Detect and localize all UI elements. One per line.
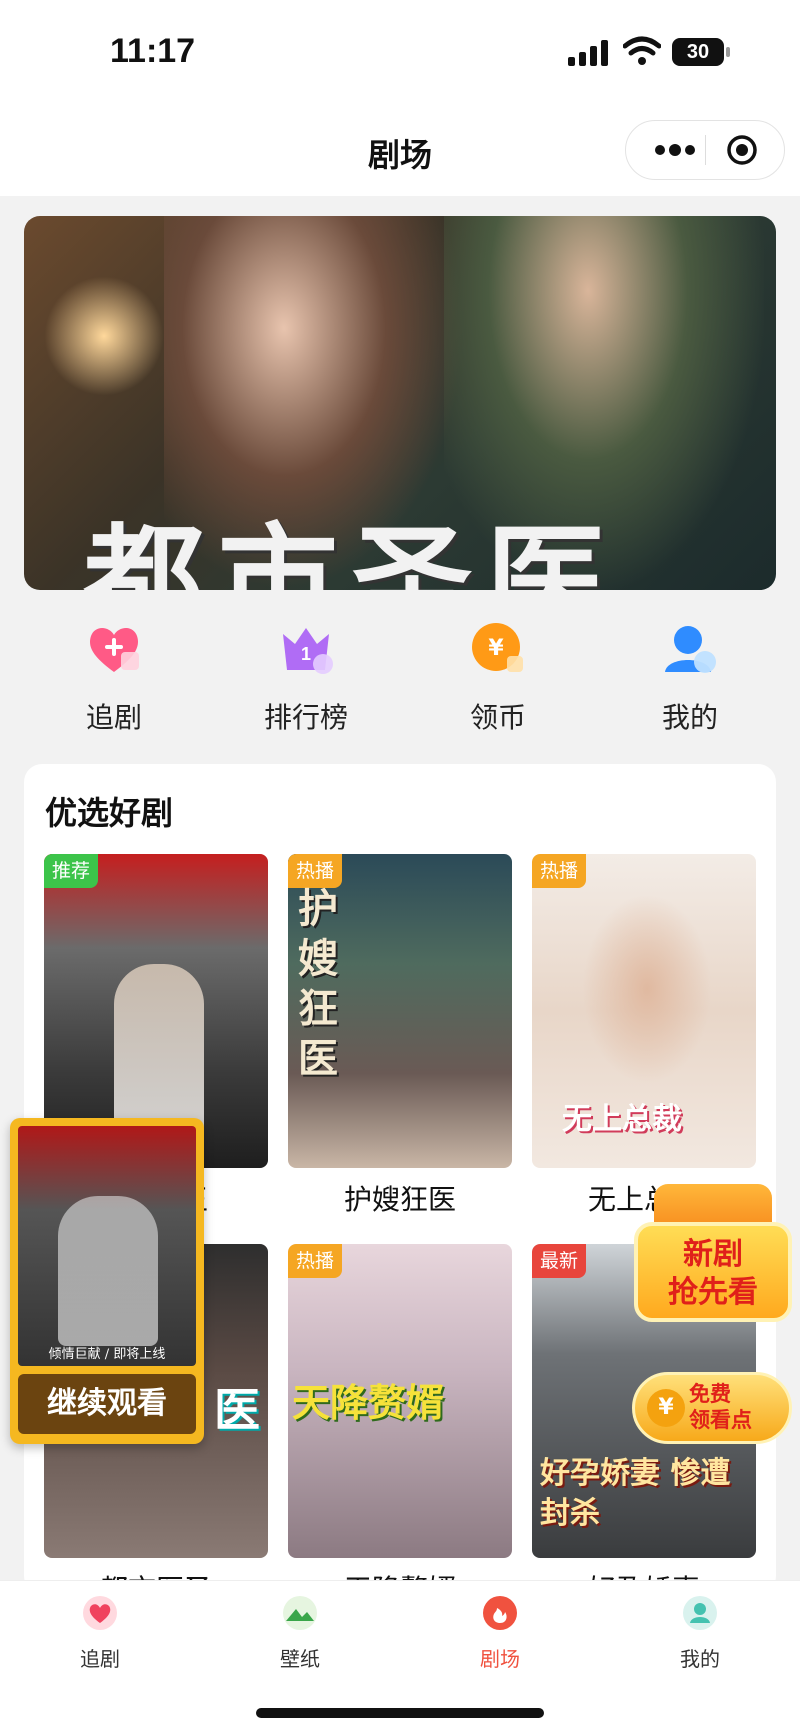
drama-tag: 最新	[532, 1244, 587, 1278]
drama-poster: 热播 天降赘婿	[288, 1244, 512, 1558]
banner-light	[44, 276, 164, 396]
drama-card[interactable]: 热播 天降赘婿 天降赘婿	[288, 1244, 512, 1608]
drama-tag: 推荐	[44, 854, 99, 888]
free-coins-line1: 免费	[689, 1382, 731, 1406]
drama-poster: 热播 护嫂狂医	[288, 854, 512, 1168]
drama-card[interactable]: 热播 护嫂狂医 护嫂狂医	[288, 854, 512, 1218]
poster-title: 无上总裁	[562, 1102, 682, 1137]
status-bar: 11:17 30	[0, 0, 800, 100]
wifi-icon	[623, 36, 661, 65]
poster-figure	[582, 894, 712, 1084]
heart-icon	[83, 1596, 117, 1630]
tab-label: 壁纸	[280, 1647, 320, 1671]
tab-label: 剧场	[480, 1647, 520, 1671]
poster-title: 天降赘婿	[292, 1380, 445, 1425]
shortcut-mine[interactable]: 我的	[630, 620, 750, 736]
continue-watching-poster: 倾情巨献 / 即将上线	[18, 1126, 196, 1366]
flame-icon	[483, 1596, 517, 1630]
hero-banner[interactable]: 都市圣医	[24, 216, 776, 590]
shortcut-label: 领币	[469, 701, 526, 734]
coin-icon: ¥	[472, 623, 523, 672]
continue-watching-card[interactable]: 倾情巨献 / 即将上线 继续观看	[10, 1118, 204, 1444]
tab-label: 追剧	[80, 1647, 120, 1671]
drama-poster: 热播 无上总裁	[532, 854, 756, 1168]
banner-title: 都市圣医	[84, 511, 620, 590]
tab-wallpaper[interactable]: 壁纸	[240, 1595, 360, 1672]
poster-title: 好孕娇妻 惨遭封杀	[540, 1456, 731, 1531]
free-coins-button[interactable]: ¥ 免费 领看点	[632, 1372, 792, 1444]
free-coins-line2: 领看点	[689, 1408, 752, 1432]
shortcut-label: 我的	[661, 701, 718, 734]
shortcut-label: 追剧	[85, 701, 142, 734]
more-icon[interactable]	[650, 135, 700, 165]
tab-follow[interactable]: 追剧	[40, 1595, 160, 1672]
poster-figure	[58, 1196, 158, 1346]
shortcut-coins[interactable]: ¥ 领币	[438, 620, 558, 736]
status-time: 11:17	[110, 32, 196, 70]
nav-bar: 剧场	[0, 100, 800, 196]
drama-tag: 热播	[288, 854, 343, 888]
drama-tag: 热播	[532, 854, 587, 888]
section-title: 优选好剧	[45, 794, 174, 832]
crown-icon: 1	[283, 628, 333, 674]
shortcut-label: 排行榜	[263, 701, 348, 734]
tab-label: 我的	[680, 1647, 720, 1671]
home-indicator	[256, 1708, 544, 1718]
signal-icon	[568, 40, 608, 66]
new-drama-promo[interactable]: 新剧 抢先看	[634, 1184, 792, 1334]
wallpaper-icon	[283, 1596, 317, 1630]
capsule-divider	[705, 135, 706, 165]
shortcut-row: 追剧 1 排行榜 ¥ 领币 我的	[24, 620, 776, 750]
drama-tag: 热播	[288, 1244, 343, 1278]
continue-poster-text: 倾情巨献 / 即将上线	[48, 1347, 166, 1362]
promo-line2: 抢先看	[668, 1275, 758, 1310]
poster-title: 护嫂狂医	[298, 885, 338, 1082]
profile-icon	[683, 1596, 717, 1630]
battery-indicator: 30	[672, 38, 730, 66]
drama-card[interactable]: 热播 无上总裁 无上总裁	[532, 854, 756, 1218]
user-icon	[665, 626, 716, 673]
heart-plus-icon	[89, 628, 139, 672]
tab-mine[interactable]: 我的	[640, 1595, 760, 1672]
tab-theater[interactable]: 剧场	[440, 1595, 560, 1672]
miniprogram-capsule	[625, 120, 785, 180]
drama-name: 护嫂狂医	[343, 1183, 456, 1216]
shortcut-ranking[interactable]: 1 排行榜	[246, 620, 366, 736]
free-coins-label: 免费 领看点	[689, 1381, 752, 1433]
promo-line1: 新剧	[683, 1237, 743, 1272]
poster-title: 医	[214, 1383, 260, 1437]
shortcut-follow[interactable]: 追剧	[54, 620, 174, 736]
svg-text:¥: ¥	[488, 636, 504, 661]
promo-box: 新剧 抢先看	[634, 1222, 792, 1322]
yuan-coin-icon: ¥	[647, 1389, 685, 1427]
svg-text:1: 1	[301, 644, 311, 664]
continue-watching-button[interactable]: 继续观看	[18, 1374, 196, 1434]
close-miniprogram-icon[interactable]	[726, 134, 758, 166]
